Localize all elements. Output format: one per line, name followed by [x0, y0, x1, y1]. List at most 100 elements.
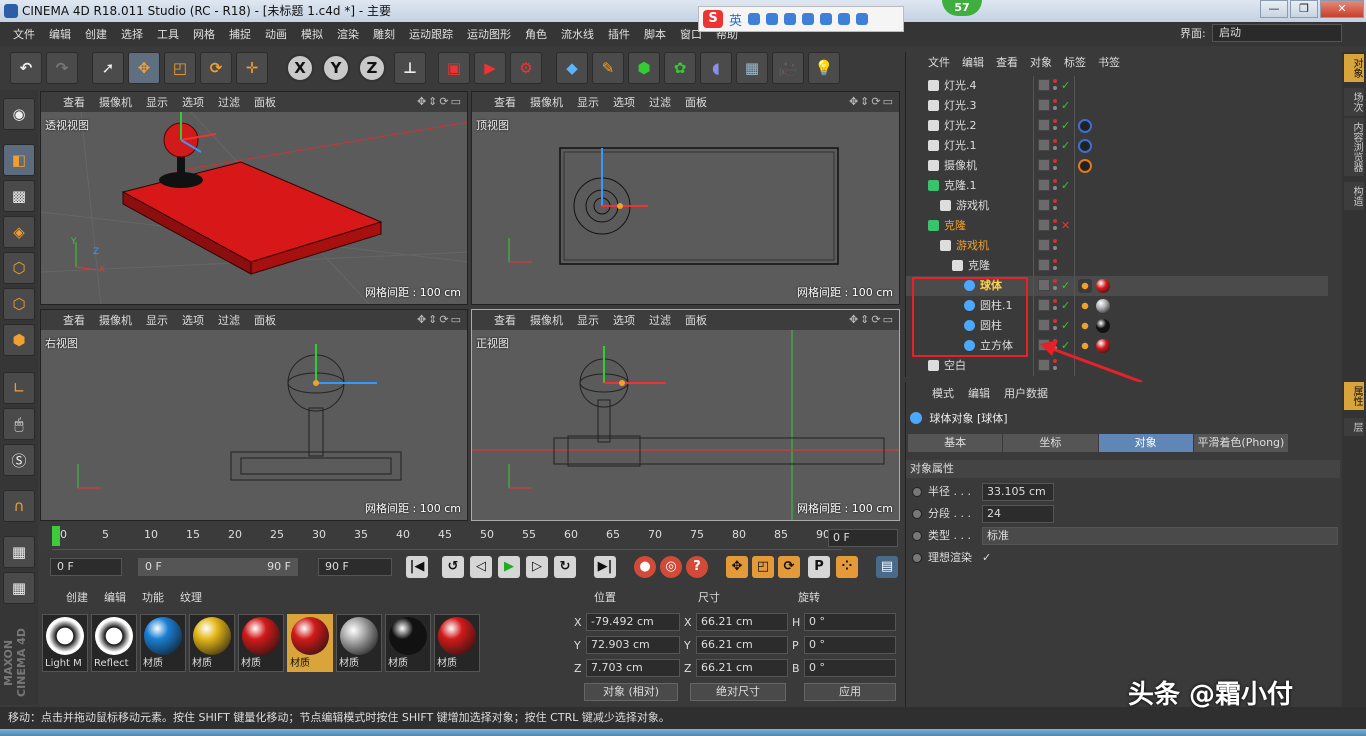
key-rotation-icon[interactable]: ⟳: [778, 556, 800, 578]
enabled-check-icon[interactable]: ✓: [1061, 76, 1070, 96]
object-menu-item[interactable]: 标签: [1064, 54, 1086, 70]
object-row[interactable]: 摄像机: [906, 156, 1328, 176]
object-row[interactable]: 灯光.4 ✓: [906, 76, 1328, 96]
viewport-menu-item[interactable]: 面板: [254, 312, 276, 328]
top-viewport[interactable]: 查看 摄像机 显示 选项 过滤 面板 ✥⇕⟳▭ 顶视图 网格间距 : 100 cm: [471, 91, 900, 305]
ime-toolbar[interactable]: S 英: [698, 6, 904, 32]
goto-start-icon[interactable]: |◀: [406, 556, 428, 578]
tweak-mode-icon[interactable]: 🖱: [3, 408, 35, 440]
points-mode-icon[interactable]: ⬡: [3, 252, 35, 284]
material-menu-item[interactable]: 纹理: [180, 589, 202, 605]
lock-workplane-icon[interactable]: ▦: [3, 536, 35, 568]
object-menu-item[interactable]: 对象: [1030, 54, 1052, 70]
visibility-dots-icon[interactable]: [1053, 258, 1057, 272]
object-menu-item[interactable]: 编辑: [962, 54, 984, 70]
menu-item[interactable]: 流水线: [554, 26, 601, 42]
cube-icon[interactable]: ◆: [556, 52, 588, 84]
viewport-controls[interactable]: ✥⇕⟳▭: [849, 313, 895, 326]
size-mode-select[interactable]: 绝对尺寸: [690, 683, 786, 701]
model-mode-icon[interactable]: ◧: [3, 144, 35, 176]
menu-item[interactable]: 捕捉: [222, 26, 258, 42]
viewport-menu-item[interactable]: 选项: [613, 312, 635, 328]
object-row[interactable]: 灯光.3 ✓: [906, 96, 1328, 116]
layer-icon[interactable]: [1038, 279, 1050, 291]
x-axis-button[interactable]: X: [286, 54, 314, 82]
auto-key-icon[interactable]: ◎: [660, 556, 682, 578]
object-row[interactable]: 游戏机: [906, 236, 1328, 256]
viewport-menu-item[interactable]: 选项: [182, 312, 204, 328]
size-x-field[interactable]: 66.21 cm: [696, 613, 788, 631]
restore-button[interactable]: ❐: [1290, 0, 1318, 18]
menu-item[interactable]: 脚本: [637, 26, 673, 42]
disabled-x-icon[interactable]: ✕: [1061, 216, 1070, 236]
viewport-controls[interactable]: ✥⇕⟳▭: [417, 95, 463, 108]
menu-item[interactable]: 雕刻: [366, 26, 402, 42]
radio-icon[interactable]: [912, 509, 922, 519]
timeline-window-icon[interactable]: ▤: [876, 556, 898, 578]
viewport-menu-item[interactable]: 摄像机: [99, 312, 132, 328]
viewport-menu-item[interactable]: 查看: [494, 94, 516, 110]
render-region-icon[interactable]: ▣: [438, 52, 470, 84]
viewport-menu-item[interactable]: 查看: [494, 312, 516, 328]
layer-icon[interactable]: [1038, 299, 1050, 311]
material-menu-item[interactable]: 创建: [66, 589, 88, 605]
material-menu-item[interactable]: 功能: [142, 589, 164, 605]
z-axis-button[interactable]: Z: [358, 54, 386, 82]
rot-b-field[interactable]: 0 °: [804, 659, 896, 677]
skin-icon[interactable]: [838, 13, 851, 25]
end-frame-field[interactable]: 90 F: [318, 558, 392, 576]
menu-item[interactable]: 网格: [186, 26, 222, 42]
visibility-dots-icon[interactable]: [1053, 98, 1057, 112]
layer-icon[interactable]: [1038, 219, 1050, 231]
scale-tool-icon[interactable]: ◰: [164, 52, 196, 84]
attribute-tab[interactable]: 坐标: [1003, 434, 1098, 452]
menu-item[interactable]: 创建: [78, 26, 114, 42]
object-menu-item[interactable]: 文件: [928, 54, 950, 70]
attribute-tab[interactable]: 对象: [1098, 434, 1193, 452]
ime-lang[interactable]: 英: [729, 10, 742, 29]
layer-icon[interactable]: [1038, 119, 1050, 131]
user-icon[interactable]: [820, 13, 833, 25]
viewport-menu-item[interactable]: 选项: [182, 94, 204, 110]
enabled-check-icon[interactable]: ✓: [1061, 116, 1070, 136]
subdivision-icon[interactable]: ⬢: [628, 52, 660, 84]
viewport-menu-item[interactable]: 显示: [146, 94, 168, 110]
layer-icon[interactable]: [1038, 79, 1050, 91]
attribute-tab[interactable]: 基本: [908, 434, 1003, 452]
layer-icon[interactable]: [1038, 199, 1050, 211]
visibility-dots-icon[interactable]: [1053, 298, 1057, 312]
key-position-icon[interactable]: ✥: [726, 556, 748, 578]
viewport-menu-item[interactable]: 显示: [577, 94, 599, 110]
planar-workplane-icon[interactable]: ▦: [3, 572, 35, 604]
side-tab[interactable]: 构造: [1344, 182, 1364, 210]
visibility-dots-icon[interactable]: [1053, 78, 1057, 92]
rot-h-field[interactable]: 0 °: [804, 613, 896, 631]
visibility-dots-icon[interactable]: [1053, 218, 1057, 232]
close-button[interactable]: ✕: [1320, 0, 1364, 18]
keyboard-icon[interactable]: [802, 13, 815, 25]
material-swatch[interactable]: 材质: [434, 614, 480, 672]
menu-item[interactable]: 运动图形: [460, 26, 518, 42]
select-tool-icon[interactable]: ➚: [92, 52, 124, 84]
visibility-dots-icon[interactable]: [1053, 138, 1057, 152]
menu-item[interactable]: 动画: [258, 26, 294, 42]
goto-end-icon[interactable]: ▶|: [594, 556, 616, 578]
start-frame-field[interactable]: 0 F: [50, 558, 122, 576]
polygons-mode-icon[interactable]: ⬢: [3, 324, 35, 356]
render-view-icon[interactable]: ▶: [474, 52, 506, 84]
object-menu-item[interactable]: 查看: [996, 54, 1018, 70]
viewport-menu-item[interactable]: 查看: [63, 312, 85, 328]
side-tab[interactable]: 对象: [1344, 54, 1364, 82]
front-viewport[interactable]: 查看 摄像机 显示 选项 过滤 面板 ✥⇕⟳▭ 正视图 网格间距 : 100 cm: [471, 309, 900, 521]
key-param-icon[interactable]: P: [808, 556, 830, 578]
menu-item[interactable]: 运动跟踪: [402, 26, 460, 42]
type-select[interactable]: 标准: [982, 527, 1338, 545]
layer-icon[interactable]: [1038, 179, 1050, 191]
viewport-menu-item[interactable]: 摄像机: [530, 312, 563, 328]
viewport-menu-item[interactable]: 显示: [577, 312, 599, 328]
viewport-menu-item[interactable]: 选项: [613, 94, 635, 110]
viewport-menu-item[interactable]: 面板: [685, 94, 707, 110]
move-tool-icon[interactable]: ✥: [128, 52, 160, 84]
edges-mode-icon[interactable]: ⬡: [3, 288, 35, 320]
snap-icon[interactable]: Ⓢ: [3, 444, 35, 476]
